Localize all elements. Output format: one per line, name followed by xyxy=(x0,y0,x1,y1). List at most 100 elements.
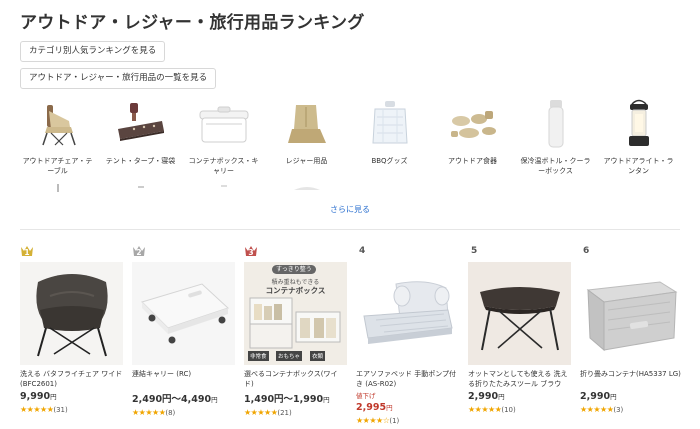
crown-icon: 3 xyxy=(244,244,258,257)
star-icons: ★★★★★ xyxy=(20,405,54,414)
category-ranking-button[interactable]: カテゴリ別人気ランキングを見る xyxy=(20,41,166,62)
rank-badge: 5 xyxy=(468,243,571,258)
category-list-row-2 xyxy=(16,180,680,192)
product-name[interactable]: 折り畳みコンテナ(HA5337 LG) xyxy=(580,370,683,389)
product-name[interactable]: 選べるコンテナボックス(ワイド) xyxy=(244,370,347,389)
review-count[interactable]: (1) xyxy=(389,417,399,425)
product-price: 2,490円～4,490円 xyxy=(132,391,235,405)
rank-badge: 4 xyxy=(356,243,459,258)
product-price: 2,995円 xyxy=(356,402,459,413)
thermos-bottle-icon xyxy=(514,98,597,150)
product-price: 9,990円 xyxy=(20,391,123,402)
category-thumb-partial xyxy=(16,180,99,192)
price-value: 2,490円～4,490 xyxy=(132,394,212,405)
category-item-container[interactable]: コンテナボックス・キャリー xyxy=(182,98,265,176)
product-name[interactable]: エアソファベッド 手動ポンプ付き (AS-R02) xyxy=(356,370,459,389)
price-value: 1,490円～1,990 xyxy=(244,394,324,405)
category-label: アウトドア食器 xyxy=(448,157,497,165)
product-price: 2,990円 xyxy=(468,391,571,402)
divider xyxy=(20,229,680,230)
rank-number: 5 xyxy=(471,245,478,256)
category-item-tableware[interactable]: アウトドア食器 xyxy=(431,98,514,176)
price-value: 9,990 xyxy=(20,391,51,402)
water-tank-icon xyxy=(348,98,431,150)
review-count[interactable]: (8) xyxy=(165,409,175,417)
product-name[interactable]: 連結キャリー (RC) xyxy=(132,370,235,389)
ranking-item[interactable]: 2 連結キャリー (RC) 2,490円～4,490円 ★★★★★(8) xyxy=(132,243,235,425)
star-icons: ★★★★☆ xyxy=(356,416,390,425)
category-label: 保冷温ボトル・クーラーボックス xyxy=(520,157,591,175)
product-tag-2: おもちゃ xyxy=(276,351,303,361)
ranking-item[interactable]: 6 折り畳みコンテナ(HA5337 LG) 2,990円 ★★★★★(3) xyxy=(580,243,683,425)
rank-number: 4 xyxy=(359,245,366,256)
category-label: アウトドアチェア・テーブル xyxy=(22,157,93,175)
outdoor-chair-icon xyxy=(16,98,99,150)
rating-stars: ★★★★★(10) xyxy=(468,405,571,414)
product-name[interactable]: 洗える バタフライチェア ワイド(BFC2601) xyxy=(20,370,123,389)
product-image[interactable] xyxy=(20,262,123,365)
rating-stars: ★★★★★(8) xyxy=(132,408,235,417)
cooler-box-icon xyxy=(182,98,265,150)
category-item-outdoor-chair[interactable]: アウトドアチェア・テーブル xyxy=(16,98,99,176)
lantern-icon xyxy=(597,98,680,150)
category-list: アウトドアチェア・テーブル テント・タープ・寝袋 コンテナボックス・キャリー レ… xyxy=(16,98,680,176)
product-image[interactable] xyxy=(580,262,683,365)
review-count[interactable]: (3) xyxy=(613,406,623,414)
ranking-item[interactable]: 1 洗える バタフライチェア ワイド(BFC2601) 9,990円 ★★★★★… xyxy=(20,243,123,425)
star-icons: ★★★★★ xyxy=(244,408,278,417)
product-image[interactable] xyxy=(468,262,571,365)
rating-stars: ★★★★★(3) xyxy=(580,405,683,414)
more-link[interactable]: さらに見る xyxy=(0,204,700,215)
tableware-set-icon xyxy=(431,98,514,150)
crown-icon: 2 xyxy=(132,244,146,257)
price-value: 2,990 xyxy=(468,391,499,402)
rank-badge: 3 xyxy=(244,243,347,258)
ranking-item[interactable]: 4 エアソファベッド 手動ポンプ付き (AS-R02) 値下げ 2,995円 ★… xyxy=(356,243,459,425)
review-count[interactable]: (10) xyxy=(501,406,515,414)
price-unit: 円 xyxy=(386,404,393,412)
ranking-item[interactable]: 5 オットマンとしても使える 洗える折りたたみスツール ブラウン… 2,990円… xyxy=(468,243,571,425)
ranking-list: 1 洗える バタフライチェア ワイド(BFC2601) 9,990円 ★★★★★… xyxy=(20,243,684,425)
category-item-leisure[interactable]: レジャー用品 xyxy=(265,98,348,176)
product-price: 1,490円～1,990円 xyxy=(244,391,347,405)
rank-badge: 2 xyxy=(132,243,235,258)
category-thumb-partial xyxy=(182,180,265,192)
discount-label: 値下げ xyxy=(356,392,376,400)
category-label: テント・タープ・寝袋 xyxy=(105,157,176,165)
product-image[interactable] xyxy=(356,262,459,365)
review-count[interactable]: (21) xyxy=(277,409,291,417)
rank-badge: 6 xyxy=(580,243,683,258)
price-unit: 円 xyxy=(211,396,218,404)
category-label: コンテナボックス・キャリー xyxy=(188,157,259,175)
product-image[interactable]: すっきり整う 積み重ねもできる コンテナボックス 非常食 おもちゃ 衣類 xyxy=(244,262,347,365)
star-icons: ★★★★★ xyxy=(580,405,614,414)
product-name[interactable]: オットマンとしても使える 洗える折りたたみスツール ブラウン… xyxy=(468,370,571,389)
category-label: アウトドアライト・ランタン xyxy=(603,157,674,175)
page-title: アウトドア・レジャー・旅行用品ランキング xyxy=(20,13,365,33)
rating-stars: ★★★★★(21) xyxy=(244,408,347,417)
rank-number: 6 xyxy=(583,245,590,256)
product-tag-3: 衣類 xyxy=(310,351,326,361)
list-view-button[interactable]: アウトドア・レジャー・旅行用品の一覧を見る xyxy=(20,68,217,89)
rank-badge: 1 xyxy=(20,243,123,258)
price-unit: 円 xyxy=(610,393,617,401)
category-label: BBQグッズ xyxy=(371,157,408,165)
category-thumb-partial xyxy=(265,180,348,192)
review-count[interactable]: (31) xyxy=(53,406,67,414)
price-value: 2,995 xyxy=(356,402,387,413)
sleeping-bag-icon xyxy=(99,98,182,150)
category-item-lantern[interactable]: アウトドアライト・ランタン xyxy=(597,98,680,176)
category-thumb-partial xyxy=(99,180,182,192)
category-label: レジャー用品 xyxy=(285,157,328,165)
price-value: 2,990 xyxy=(580,391,611,402)
rank-number: 1 xyxy=(24,248,30,257)
rating-stars: ★★★★☆(1) xyxy=(356,416,459,425)
product-image[interactable] xyxy=(132,262,235,365)
star-icons: ★★★★★ xyxy=(132,408,166,417)
category-item-tent[interactable]: テント・タープ・寝袋 xyxy=(99,98,182,176)
category-item-bottle[interactable]: 保冷温ボトル・クーラーボックス xyxy=(514,98,597,176)
price-unit: 円 xyxy=(50,393,57,401)
product-price: 2,990円 xyxy=(580,391,683,402)
category-item-bbq[interactable]: BBQグッズ xyxy=(348,98,431,176)
ranking-item[interactable]: 3 すっきり整う 積み重ねもできる コンテナボックス 非常食 おもちゃ 衣類 選… xyxy=(244,243,347,425)
